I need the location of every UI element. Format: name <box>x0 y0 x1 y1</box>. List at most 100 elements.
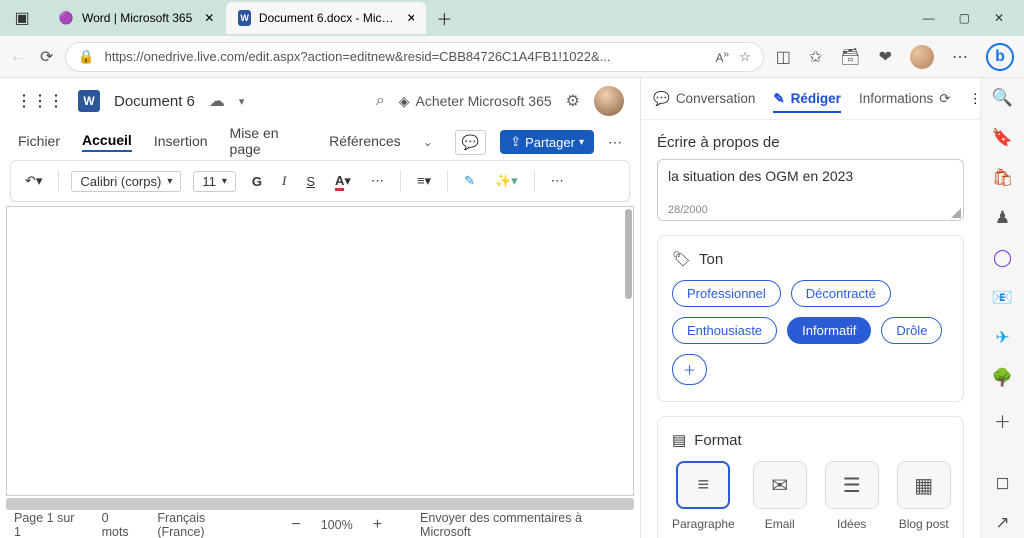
language-indicator[interactable]: Français (France) <box>157 511 251 538</box>
document-canvas[interactable] <box>6 206 634 496</box>
collections-icon[interactable]: 🗃 <box>840 47 860 67</box>
undo-button[interactable]: ↶▾ <box>21 171 46 191</box>
tone-professional[interactable]: Professionnel <box>672 280 781 307</box>
search-icon[interactable]: ⌕ <box>376 92 385 110</box>
page-indicator[interactable]: Page 1 sur 1 <box>14 511 82 538</box>
copilot-panel: 💬 Conversation ✎ Rédiger Informations ⟳ … <box>640 78 980 538</box>
tab-layout[interactable]: Mise en page <box>230 125 308 159</box>
formatting-toolbar: ↶▾ Calibri (corps)▾ 11▾ G I S A▾ ⋯ ≡▾ ✎ … <box>10 160 630 202</box>
share-button[interactable]: ⇪ Partager ▾ <box>500 130 594 154</box>
edge-tab-icon[interactable]: ▣ <box>14 10 30 26</box>
split-screen-icon[interactable]: ◫ <box>776 47 791 67</box>
chevron-down-icon: ▾ <box>579 137 584 148</box>
sidebar-toggle-icon[interactable]: ◻ <box>995 473 1009 493</box>
search-icon[interactable]: 🔍 <box>992 88 1013 108</box>
chevron-down-icon[interactable]: ⌄ <box>423 135 433 149</box>
tone-informative[interactable]: Informatif <box>787 317 871 344</box>
highlighter-button[interactable]: ✎ <box>460 171 479 191</box>
tone-add[interactable]: ＋ <box>672 354 707 385</box>
buy-microsoft365[interactable]: ◈ Acheter Microsoft 365 <box>399 93 552 110</box>
more-icon[interactable]: ⋯ <box>608 134 622 151</box>
tone-casual[interactable]: Décontracté <box>791 280 891 307</box>
feedback-link[interactable]: Envoyer des commentaires à Microsoft <box>420 511 626 538</box>
font-size-select[interactable]: 11▾ <box>193 171 236 192</box>
back-button[interactable]: ← <box>10 48 26 66</box>
tab-compose[interactable]: ✎ Rédiger <box>773 91 841 113</box>
bing-icon[interactable]: b <box>986 43 1014 71</box>
more-icon[interactable]: ⋯ <box>952 47 968 67</box>
tab-file[interactable]: Fichier <box>18 133 60 151</box>
tab-insights[interactable]: Informations ⟳ <box>859 91 951 107</box>
tab-insert[interactable]: Insertion <box>154 133 208 151</box>
cloud-save-icon[interactable]: ☁ <box>209 91 225 111</box>
styles-button[interactable]: ✨▾ <box>491 171 522 191</box>
word-icon: W <box>238 10 250 26</box>
games-icon[interactable]: ♟ <box>995 208 1010 228</box>
user-avatar[interactable] <box>594 86 624 116</box>
tab-conversation[interactable]: 💬 Conversation <box>653 91 755 107</box>
favorites-icon[interactable]: ✩ <box>809 47 822 67</box>
edge-sidebar: 🔍 🔖 🛍 ♟ ◯ 📧 ✈ 🌳 ＋ ◻ ↗ ⚙ <box>980 78 1024 538</box>
word-count[interactable]: 0 mots <box>102 511 138 538</box>
app-launcher-icon[interactable]: ⋮⋮⋮ <box>16 91 64 111</box>
bold-button[interactable]: G <box>248 172 266 191</box>
refresh-button[interactable]: ⟳ <box>40 47 53 67</box>
font-family-select[interactable]: Calibri (corps)▾ <box>71 171 181 192</box>
font-color-button[interactable]: A▾ <box>331 171 355 191</box>
chevron-down-icon[interactable]: ▾ <box>239 95 245 108</box>
send-icon[interactable]: ✈ <box>995 328 1009 348</box>
more-font-icon[interactable]: ⋯ <box>367 171 388 191</box>
resize-handle[interactable] <box>951 208 961 218</box>
horizontal-scrollbar[interactable] <box>6 498 634 510</box>
minimize-button[interactable]: — <box>923 11 935 25</box>
format-email[interactable]: ✉ Email <box>753 461 807 531</box>
maximize-button[interactable]: ▢ <box>959 11 970 25</box>
tab-home[interactable]: Accueil <box>82 132 132 152</box>
format-paragraph[interactable]: ≡ Paragraphe <box>672 461 735 531</box>
zoom-in-button[interactable]: + <box>373 516 382 534</box>
tag-icon[interactable]: 🔖 <box>992 128 1013 148</box>
more-toolbar-icon[interactable]: ⋯ <box>547 171 568 191</box>
settings-icon[interactable]: ⚙ <box>566 91 580 111</box>
format-blog[interactable]: ▦ Blog post <box>897 461 951 531</box>
underline-button[interactable]: S <box>302 172 319 191</box>
address-bar[interactable]: 🔒 https://onedrive.live.com/edit.aspx?ac… <box>65 42 763 72</box>
close-icon[interactable]: ✕ <box>406 11 414 25</box>
outlook-icon[interactable]: 📧 <box>992 288 1013 308</box>
vertical-scrollbar[interactable] <box>625 209 632 299</box>
zoom-out-button[interactable]: − <box>291 516 300 534</box>
tone-funny[interactable]: Drôle <box>881 317 942 344</box>
tone-section: 🏷Ton Professionnel Décontracté Enthousia… <box>657 235 964 402</box>
browser-tab-2[interactable]: W Document 6.docx - Microsoft Wo ✕ <box>226 2 426 34</box>
window-titlebar: ▣ 🟣 Word | Microsoft 365 ✕ W Document 6.… <box>0 0 1024 36</box>
document-name[interactable]: Document 6 <box>114 93 195 110</box>
profile-avatar[interactable] <box>910 45 934 69</box>
tree-icon[interactable]: 🌳 <box>992 368 1013 388</box>
browser-tab-1[interactable]: 🟣 Word | Microsoft 365 ✕ <box>46 2 226 34</box>
tone-enthusiastic[interactable]: Enthousiaste <box>672 317 777 344</box>
comments-icon[interactable]: 💬 <box>455 130 486 155</box>
favorite-icon[interactable]: ☆ <box>739 49 751 65</box>
zoom-level[interactable]: 100% <box>321 518 353 532</box>
close-icon[interactable]: ✕ <box>204 11 214 25</box>
tab-references[interactable]: Références <box>329 133 401 151</box>
italic-button[interactable]: I <box>278 171 290 191</box>
lock-icon: 🔒 <box>78 49 94 65</box>
plus-icon[interactable]: ＋ <box>994 408 1011 433</box>
m365-icon[interactable]: ◯ <box>993 248 1012 268</box>
health-icon[interactable]: ❤ <box>879 47 892 67</box>
align-button[interactable]: ≡▾ <box>413 171 435 191</box>
open-icon[interactable]: ↗ <box>995 513 1009 533</box>
list-icon: ☰ <box>843 473 861 498</box>
format-ideas[interactable]: ☰ Idées <box>825 461 879 531</box>
shopping-icon[interactable]: 🛍 <box>992 168 1014 188</box>
tab-label: Word | Microsoft 365 <box>82 11 192 25</box>
write-about-label: Écrire à propos de <box>657 134 964 151</box>
text-size-icon[interactable]: A» <box>716 49 730 65</box>
compose-icon: ✎ <box>773 91 784 107</box>
prompt-text: la situation des OGM en 2023 <box>668 168 953 184</box>
new-tab-button[interactable]: ＋ <box>436 10 452 26</box>
format-icon: ▤ <box>672 431 686 449</box>
close-window-button[interactable]: ✕ <box>994 11 1004 25</box>
prompt-textarea[interactable]: la situation des OGM en 2023 28/2000 <box>657 159 964 221</box>
